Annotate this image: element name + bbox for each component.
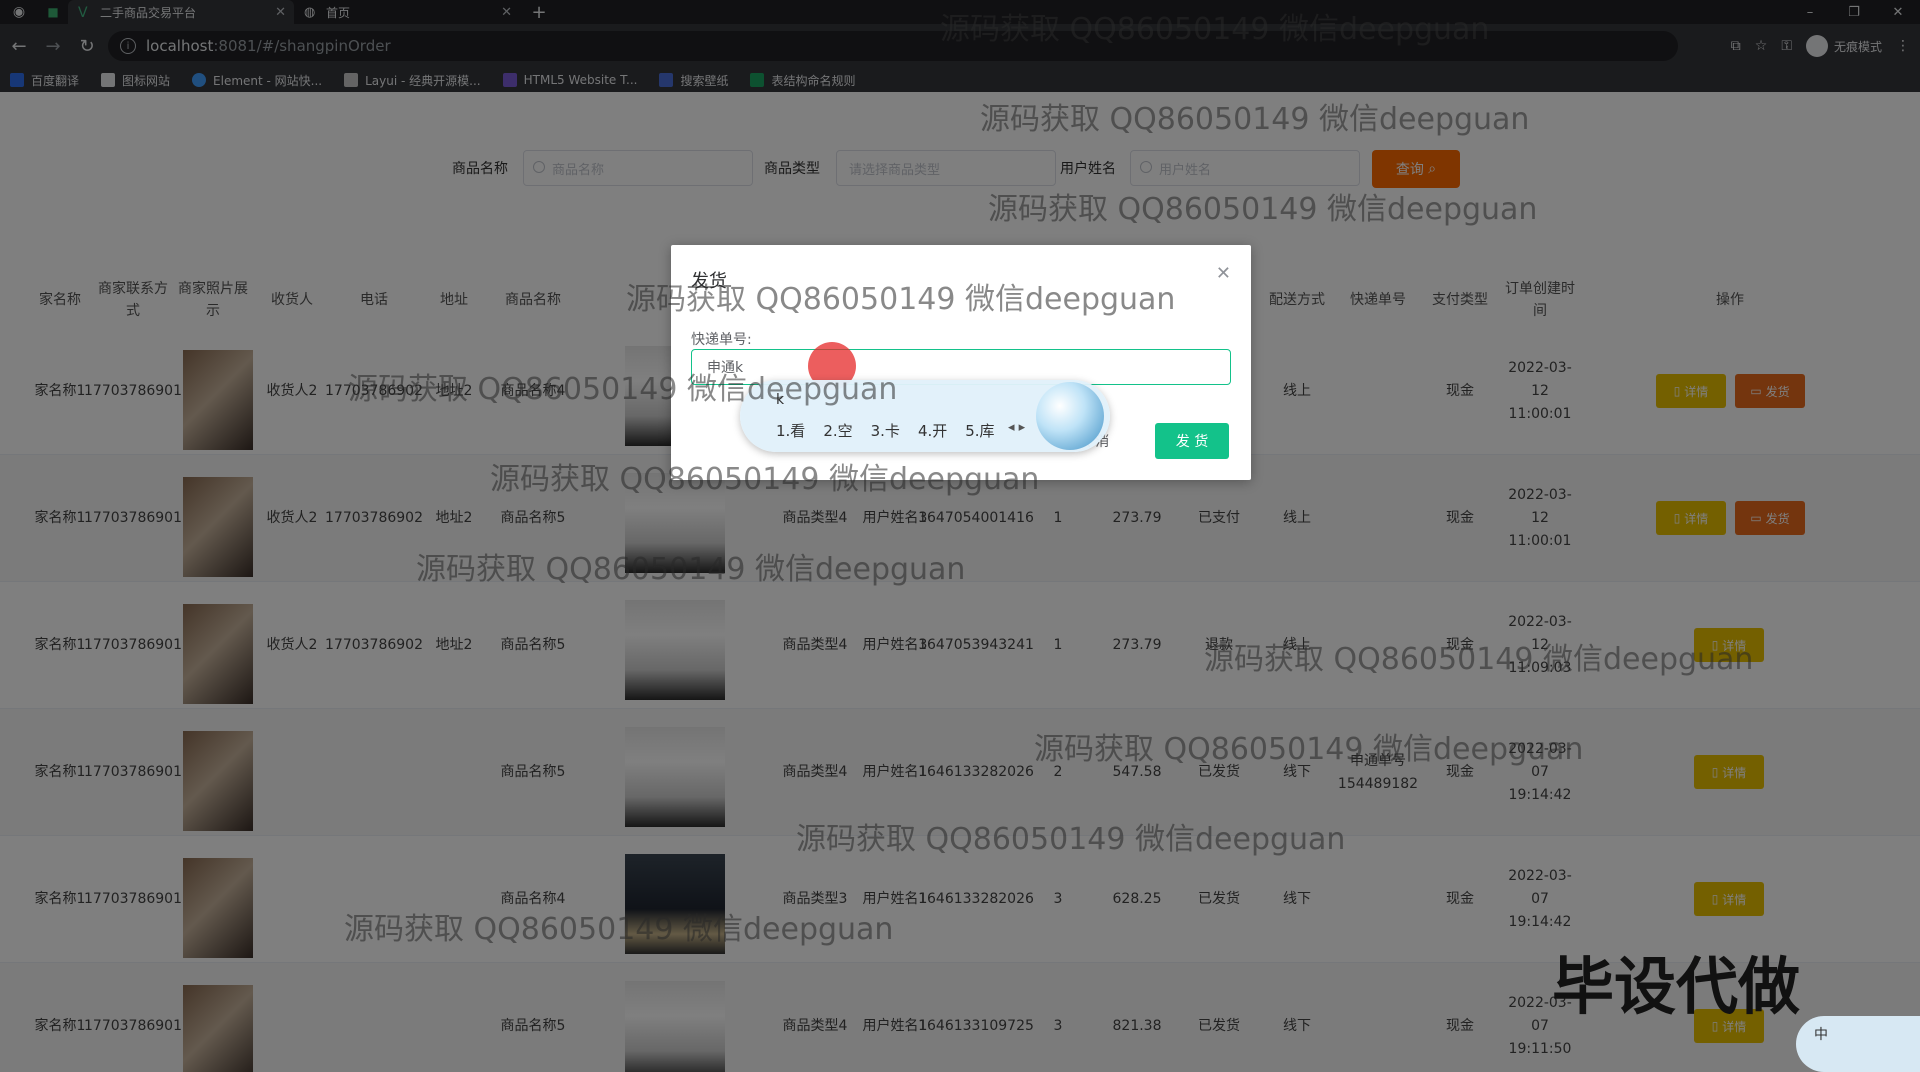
ime-status-widget[interactable]: 中 — [1796, 1016, 1920, 1072]
watermark-text: 源码获取 QQ86050149 微信deepguan — [940, 12, 1490, 47]
confirm-ship-button[interactable]: 发 货 — [1155, 423, 1229, 459]
ime-candidate[interactable]: 5.库 — [965, 420, 994, 441]
express-label: 快递单号: — [691, 332, 752, 348]
ime-candidate[interactable]: 3.卡 — [871, 420, 900, 441]
watermark-text: 源码获取 QQ86050149 微信deepguan — [348, 372, 898, 407]
corner-watermark: 毕设代做 — [1552, 950, 1801, 1023]
watermark-text: 源码获取 QQ86050149 微信deepguan — [980, 102, 1530, 137]
ime-candidate[interactable]: 2.空 — [823, 420, 852, 441]
watermark-text: 源码获取 QQ86050149 微信deepguan — [988, 192, 1538, 227]
watermark-text: 源码获取 QQ86050149 微信deepguan — [626, 282, 1176, 317]
watermark-text: 源码获取 QQ86050149 微信deepguan — [416, 552, 966, 587]
modal-overlay[interactable] — [0, 0, 1920, 1072]
watermark-text: 源码获取 QQ86050149 微信deepguan — [1034, 732, 1584, 767]
ime-page-arrows[interactable]: ◂ ▸ — [1008, 420, 1025, 435]
close-icon[interactable]: ✕ — [1216, 263, 1231, 284]
watermark-text: 源码获取 QQ86050149 微信deepguan — [796, 822, 1346, 857]
watermark-text: 源码获取 QQ86050149 微信deepguan — [344, 912, 894, 947]
ime-logo-icon — [1036, 382, 1104, 450]
watermark-text: 源码获取 QQ86050149 微信deepguan — [1204, 642, 1754, 677]
ime-candidate[interactable]: 1.看 — [776, 420, 805, 441]
ime-candidate[interactable]: 4.开 — [918, 420, 947, 441]
watermark-text: 源码获取 QQ86050149 微信deepguan — [490, 462, 1040, 497]
